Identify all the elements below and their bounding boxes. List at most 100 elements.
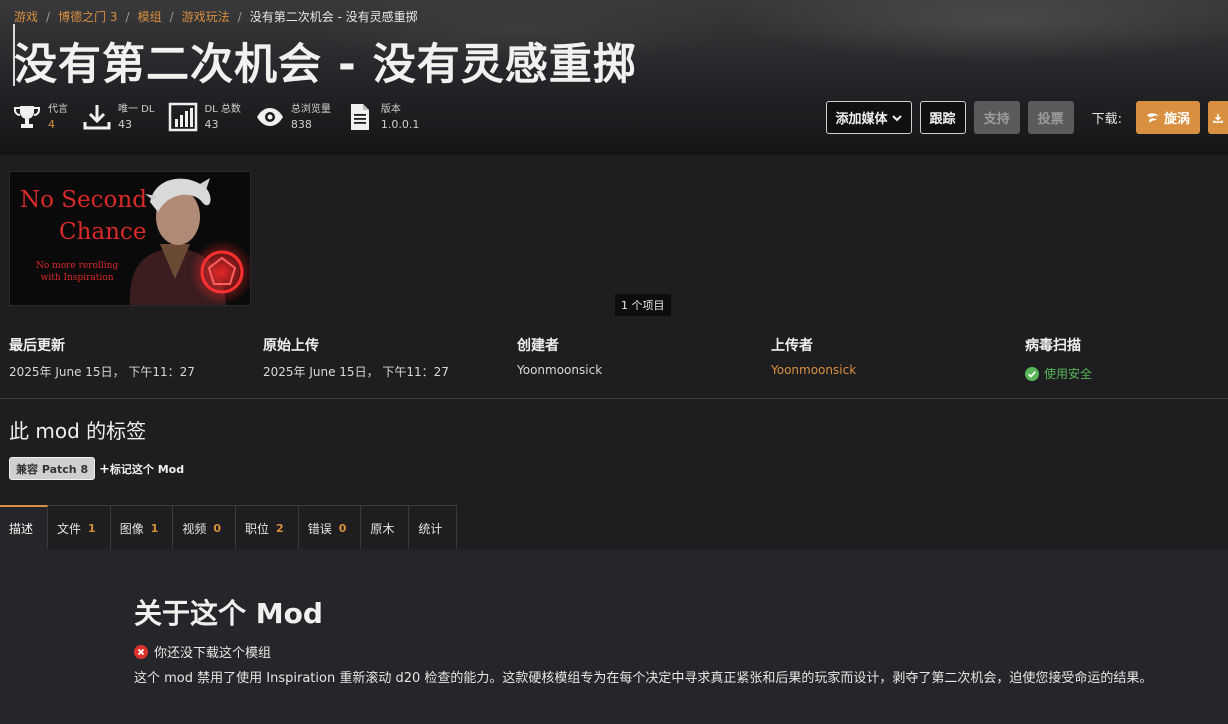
tab-count: 2 [276, 521, 284, 535]
tags-title: 此 mod 的标签 [9, 419, 147, 443]
vortex-icon [1146, 112, 1159, 123]
download-icon [83, 105, 111, 130]
breadcrumb-mods[interactable]: 模组 [138, 8, 162, 25]
tab-label: 原木 [370, 521, 395, 536]
stat-label: 唯一 DL [118, 104, 155, 115]
tab-images[interactable]: 图像 1 [110, 505, 174, 550]
download-icon [1213, 113, 1223, 123]
uploader-link[interactable]: Yoonmoonsick [771, 363, 1025, 377]
meta-heading: 最后更新 [9, 338, 65, 354]
stat-value: 838 [290, 118, 312, 131]
tab-label: 视频 [182, 521, 207, 536]
bar-chart-icon [169, 102, 198, 132]
meta-uploaded-by: 上传者 Yoonmoonsick [771, 335, 1025, 382]
stat-label: 代言 [48, 104, 68, 115]
stat-value: 1.0.0.1 [380, 118, 420, 131]
tab-count: 0 [213, 521, 222, 535]
vortex-download-button[interactable]: 旋涡 [1135, 101, 1200, 134]
page-title: 没有第二次机会 - 没有灵感重掷 [14, 40, 637, 90]
tab-label: 统计 [418, 521, 443, 536]
mod-description: 这个 mod 禁用了使用 Inspiration 重新滚动 d20 检查的能力。… [134, 671, 1153, 686]
thumbnail-title-line: No Second [20, 187, 147, 213]
check-circle-icon [1025, 366, 1039, 381]
thumbnail-title-text: No Second Chance [20, 184, 147, 248]
tab-label: 图像 [119, 521, 144, 536]
tab-posts[interactable]: 职位 2 [236, 505, 299, 550]
breadcrumb-category[interactable]: 游戏玩法 [182, 8, 230, 25]
tag-mod-button[interactable]: +标记这个 Mod [99, 461, 184, 477]
meta-heading: 上传者 [771, 338, 813, 354]
virus-scan-status[interactable]: 使用安全 [1025, 365, 1228, 382]
tab-videos[interactable]: 视频 0 [173, 505, 237, 550]
thumbnail-subtitle-text: No more rerolling with Inspiration [36, 260, 118, 284]
eye-icon [256, 108, 283, 126]
tab-label: 错误 [307, 521, 332, 536]
meta-value: 2025年 June 15日， 下午11：27 [9, 365, 195, 379]
document-icon [350, 104, 369, 130]
tab-logs[interactable]: 原木 [361, 505, 410, 550]
gallery-section: No Second Chance No more rerolling with … [0, 155, 1228, 399]
breadcrumb-separator: / [125, 9, 130, 24]
about-title: 关于这个 Mod [134, 597, 323, 630]
tab-count: 1 [88, 521, 96, 535]
virus-scan-text: 使用安全 [1044, 367, 1093, 381]
gallery-item-count: 1 个项目 [615, 294, 671, 316]
mod-actions: 添加媒体 跟踪 支持 投票 下载: 旋涡 [825, 101, 1228, 134]
breadcrumb-games[interactable]: 游戏 [14, 8, 38, 25]
stat-total-views: 总浏览量 838 [255, 102, 331, 132]
tag-mod-label: 标记这个 Mod [109, 463, 185, 476]
tab-stats[interactable]: 统计 [409, 505, 458, 550]
breadcrumb-game[interactable]: 博德之门 3 [58, 8, 117, 25]
stat-endorsements[interactable]: 代言 4 [12, 102, 68, 132]
mod-stats: 代言 4 唯一 DL 43 DL 总数 43 总浏览量 838 版本 1.0.0… [12, 102, 419, 132]
add-media-label: 添加媒体 [835, 112, 888, 127]
tab-count: 0 [338, 521, 347, 535]
mod-meta: 最后更新 2025年 June 15日， 下午11：27 原始上传 2025年 … [9, 335, 1228, 382]
meta-heading: 原始上传 [263, 338, 319, 354]
error-circle-icon [134, 644, 148, 659]
stat-version: 版本 1.0.0.1 [345, 102, 419, 132]
breadcrumb-separator: / [237, 9, 242, 24]
meta-original-upload: 原始上传 2025年 June 15日， 下午11：27 [263, 335, 517, 382]
breadcrumb-separator: / [46, 9, 51, 24]
thumbnail-subtitle-line: with Inspiration [40, 273, 114, 283]
mod-header: 游戏 / 博德之门 3 / 模组 / 游戏玩法 / 没有第二次机会 - 没有灵感… [0, 0, 1228, 155]
meta-virus-scan: 病毒扫描 使用安全 [1025, 335, 1228, 382]
tab-label: 职位 [245, 521, 270, 536]
add-media-button[interactable]: 添加媒体 [825, 101, 912, 134]
endorse-button[interactable]: 支持 [973, 101, 1020, 134]
stat-label: 版本 [380, 104, 401, 115]
not-downloaded-text: 你还没下载这个模组 [154, 646, 272, 661]
meta-heading: 创建者 [517, 338, 559, 354]
breadcrumb-current: 没有第二次机会 - 没有灵感重掷 [249, 10, 418, 24]
trophy-icon [14, 106, 40, 128]
description-panel [0, 549, 1228, 724]
chevron-down-icon [891, 114, 902, 121]
breadcrumb: 游戏 / 博德之门 3 / 模组 / 游戏玩法 / 没有第二次机会 - 没有灵感… [14, 8, 418, 25]
breadcrumb-separator: / [169, 9, 174, 24]
thumbnail-title-line: Chance [59, 219, 147, 245]
stat-unique-downloads: 唯一 DL 43 [82, 102, 154, 132]
meta-value: Yoonmoonsick [517, 363, 603, 377]
tab-count: 1 [150, 521, 159, 535]
stat-label: DL 总数 [204, 104, 241, 115]
meta-last-updated: 最后更新 2025年 June 15日， 下午11：27 [9, 335, 263, 382]
track-button[interactable]: 跟踪 [919, 101, 966, 134]
download-label: 下载: [1091, 112, 1122, 127]
tab-label: 描述 [9, 522, 34, 536]
tab-files[interactable]: 文件 1 [48, 505, 111, 550]
thumbnail-subtitle-line: No more rerolling [36, 261, 119, 271]
plus-icon: + [99, 462, 110, 477]
tab-description[interactable]: 描述 [0, 505, 49, 550]
stat-value: 43 [118, 118, 132, 131]
stat-value: 4 [48, 118, 55, 131]
tag-pill[interactable]: 兼容 Patch 8 [9, 457, 96, 480]
stat-total-downloads: DL 总数 43 [168, 102, 241, 132]
tab-bugs[interactable]: 错误 0 [298, 505, 362, 550]
vote-button[interactable]: 投票 [1027, 101, 1074, 134]
vortex-label: 旋涡 [1163, 112, 1190, 127]
gallery-thumbnail[interactable]: No Second Chance No more rerolling with … [9, 171, 251, 306]
manual-download-button[interactable] [1208, 101, 1228, 134]
meta-value: 2025年 June 15日， 下午11：27 [263, 365, 449, 379]
meta-created-by: 创建者 Yoonmoonsick [517, 335, 771, 382]
